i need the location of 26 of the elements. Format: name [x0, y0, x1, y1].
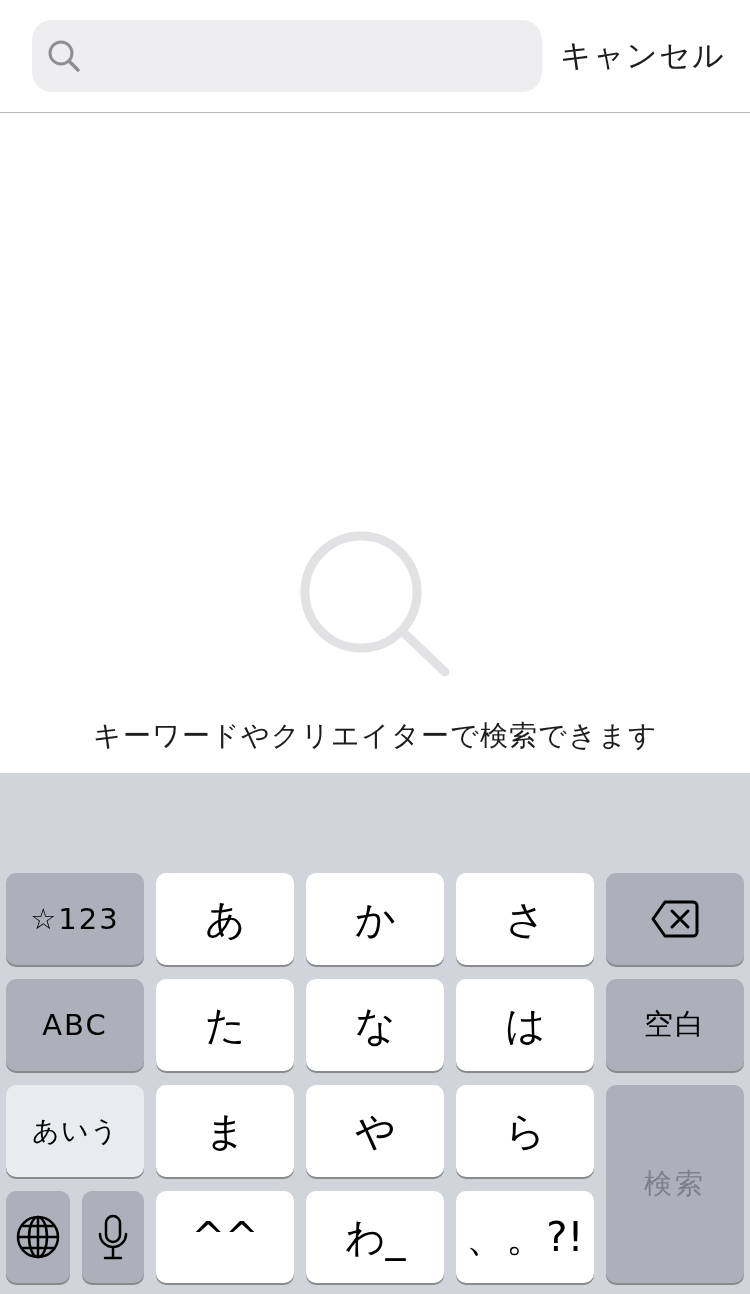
- function-key[interactable]: ☆123: [6, 873, 144, 965]
- key[interactable]: さ: [456, 873, 594, 965]
- key[interactable]: は: [456, 979, 594, 1071]
- search-icon: [46, 38, 82, 74]
- function-key[interactable]: ABC: [6, 979, 144, 1071]
- key[interactable]: ^^: [156, 1191, 294, 1283]
- key[interactable]: あ: [156, 873, 294, 965]
- search-field[interactable]: [32, 20, 542, 92]
- function-key[interactable]: 空白: [606, 979, 744, 1071]
- input-mode-key[interactable]: あいう: [6, 1085, 144, 1177]
- key[interactable]: ま: [156, 1085, 294, 1177]
- cancel-button[interactable]: キャンセル: [560, 35, 725, 77]
- globe-icon: [16, 1215, 60, 1259]
- key[interactable]: や: [306, 1085, 444, 1177]
- key[interactable]: た: [156, 979, 294, 1071]
- delete-icon: [651, 900, 699, 938]
- key[interactable]: 、。?!: [456, 1191, 594, 1283]
- key[interactable]: ら: [456, 1085, 594, 1177]
- key[interactable]: わ_: [306, 1191, 444, 1283]
- key[interactable]: か: [306, 873, 444, 965]
- empty-message: キーワードやクリエイターで検索できます: [92, 718, 658, 754]
- globe-key[interactable]: [6, 1191, 70, 1283]
- microphone-icon: [97, 1214, 129, 1260]
- delete-key[interactable]: [606, 873, 744, 965]
- key[interactable]: な: [306, 979, 444, 1071]
- microphone-key[interactable]: [82, 1191, 144, 1283]
